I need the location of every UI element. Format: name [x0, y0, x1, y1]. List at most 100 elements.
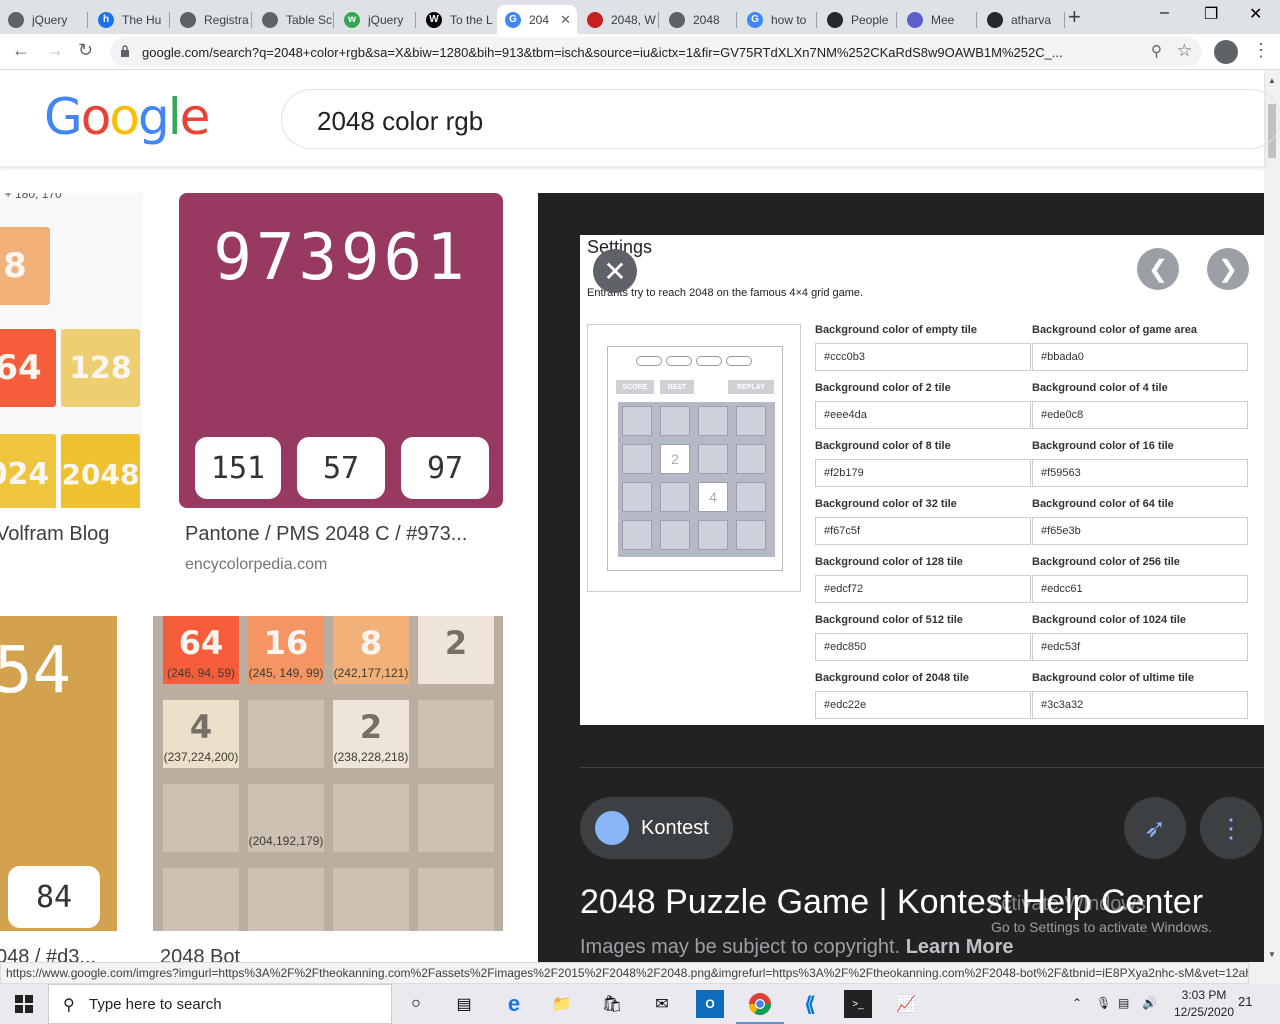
field-input[interactable]: #eee4da: [815, 401, 1031, 429]
learn-more-link[interactable]: Learn More: [906, 936, 1014, 958]
browser-menu-icon[interactable]: ⋮: [1252, 40, 1270, 61]
forward-button[interactable]: →: [46, 40, 64, 61]
result-source-pantone[interactable]: encycolorpedia.com: [185, 556, 327, 574]
tab-favicon-icon: [827, 11, 843, 28]
field-input[interactable]: #bbada0: [1032, 343, 1248, 371]
edge-icon[interactable]: e: [500, 990, 528, 1018]
store-icon[interactable]: 🛍: [598, 990, 626, 1018]
browser-tab[interactable]: Mee: [899, 5, 977, 34]
microphone-icon[interactable]: 🎙: [1096, 996, 1111, 1010]
field-input[interactable]: #f59563: [1032, 459, 1248, 487]
search-box[interactable]: 2048 color rgb: [281, 89, 1280, 149]
close-window-button[interactable]: ✕: [1249, 4, 1262, 24]
system-clock[interactable]: 3:03 PM 12/25/2020: [1164, 987, 1244, 1021]
task-view-icon[interactable]: ▤: [450, 990, 478, 1018]
browser-tab[interactable]: Ghow to: [739, 5, 817, 34]
chrome-icon[interactable]: [736, 990, 784, 1024]
pantone-hex-code: 973961: [213, 221, 469, 295]
field-input[interactable]: #edc22e: [815, 691, 1031, 719]
divider: [580, 767, 1264, 768]
vscode-icon[interactable]: ⟪: [796, 990, 824, 1018]
terminal-icon[interactable]: >_: [844, 990, 872, 1018]
tab-close-icon[interactable]: ✕: [560, 12, 571, 28]
mini-game-preview: SCORE BEST REPLAY 24: [587, 324, 801, 592]
preview-image[interactable]: Settings Entrants try to reach 2048 on t…: [580, 235, 1264, 725]
field-input[interactable]: #ede0c8: [1032, 401, 1248, 429]
volume-icon[interactable]: 🔊: [1142, 996, 1157, 1010]
browser-tab[interactable]: jQuery: [0, 5, 88, 34]
mail-icon[interactable]: ✉: [648, 990, 676, 1018]
result-image-d3[interactable]: 54 84: [0, 616, 117, 931]
result-title-pantone[interactable]: Pantone / PMS 2048 C / #973...: [185, 523, 467, 546]
previous-image-button[interactable]: ❮: [1137, 248, 1179, 290]
bot-grid-cell: [418, 784, 494, 852]
back-button[interactable]: ←: [12, 40, 30, 61]
field-input[interactable]: #edc850: [815, 633, 1031, 661]
minimize-button[interactable]: –: [1160, 4, 1169, 22]
more-options-button[interactable]: ⋮: [1200, 797, 1262, 859]
google-header: Google 2048 color rgb: [0, 70, 1280, 166]
field-input[interactable]: #ccc0b3: [815, 343, 1031, 371]
logo-letter: e: [179, 88, 211, 146]
notification-center-icon[interactable]: 21: [1238, 994, 1252, 1009]
tray-chevron-icon[interactable]: ⌃: [1072, 996, 1082, 1010]
browser-tab[interactable]: w jQuery: [336, 5, 416, 34]
file-explorer-icon[interactable]: 📁: [548, 990, 576, 1018]
mini-cell: [660, 406, 690, 436]
chart-app-icon[interactable]: 📈: [892, 990, 920, 1018]
browser-tab[interactable]: G 204 ✕: [497, 5, 577, 34]
field-input[interactable]: #edcf72: [815, 575, 1031, 603]
zoom-icon[interactable]: ⚲: [1151, 42, 1162, 60]
maximize-button[interactable]: ❐: [1204, 4, 1218, 24]
screen: + – ❐ ✕ jQuery h The Hu Registra Table Sc w jQ…: [0, 0, 1280, 1024]
browser-tab[interactable]: Registra: [172, 5, 252, 34]
cortana-icon[interactable]: ○: [402, 990, 430, 1018]
close-preview-button[interactable]: ✕: [593, 249, 637, 293]
start-button[interactable]: [0, 984, 48, 1024]
result-title-wolfram[interactable]: Volfram Blog: [0, 523, 109, 546]
scroll-up-arrow[interactable]: ▲: [1268, 76, 1276, 85]
field-input[interactable]: #edcc61: [1032, 575, 1248, 603]
result-title-2048-bot[interactable]: 2048 Bot: [160, 946, 240, 962]
network-icon[interactable]: ▤: [1118, 996, 1129, 1010]
color-setting-field: Background color of 2048 tile #edc22e: [815, 671, 1031, 719]
browser-tab[interactable]: 2048, W: [579, 5, 659, 34]
scroll-down-arrow[interactable]: ▼: [1268, 950, 1276, 959]
browser-tab[interactable]: W To the L: [418, 5, 498, 34]
profile-avatar[interactable]: [1214, 40, 1238, 64]
browser-tab[interactable]: People: [819, 5, 897, 34]
result-title-d3[interactable]: 048 / #d3...: [0, 946, 96, 962]
new-tab-button[interactable]: +: [1068, 6, 1081, 28]
field-input[interactable]: #edc53f: [1032, 633, 1248, 661]
site-chip[interactable]: Kontest: [580, 797, 733, 859]
field-label: Background color of 16 tile: [1032, 440, 1174, 452]
next-image-button[interactable]: ❯: [1207, 248, 1249, 290]
field-input[interactable]: #f65e3b: [1032, 517, 1248, 545]
field-input[interactable]: #3c3a32: [1032, 691, 1248, 719]
site-name: Kontest: [641, 817, 709, 839]
browser-tab[interactable]: h The Hu: [90, 5, 170, 34]
result-image-pantone[interactable]: 973961 151 57 97: [179, 193, 503, 508]
taskbar-search[interactable]: ⚲ Type here to search: [48, 984, 392, 1024]
tab-separator: [333, 12, 334, 28]
outlook-icon[interactable]: O: [696, 990, 724, 1018]
browser-tab[interactable]: 2048: [661, 5, 737, 34]
address-bar[interactable]: google.com/search?q=2048+color+rgb&sa=X&…: [110, 37, 1202, 67]
field-input[interactable]: #f67c5f: [815, 517, 1031, 545]
mini-cell: [622, 520, 652, 550]
result-image-2048-bot[interactable]: 64 (246, 94, 59) 16 (245, 149, 99) 8 (242,177…: [153, 616, 503, 931]
horizontal-scrollbar[interactable]: [1249, 962, 1280, 984]
result-image-wolfram[interactable]: ᐩ+ 180, 170 8 64 128 024 2048: [0, 193, 143, 508]
share-button[interactable]: ➶: [1124, 797, 1186, 859]
field-input[interactable]: #f2b179: [815, 459, 1031, 487]
google-logo[interactable]: Google: [44, 88, 211, 146]
tab-label: 204: [529, 12, 550, 27]
page-scrollbar[interactable]: ▲ ▼: [1264, 70, 1280, 962]
reload-button[interactable]: ↻: [78, 40, 93, 61]
mini-pill: [726, 356, 752, 366]
browser-tab[interactable]: atharva: [979, 5, 1065, 34]
mini-cell: [736, 482, 766, 512]
bookmark-star-icon[interactable]: ☆: [1177, 41, 1192, 61]
tab-separator: [896, 12, 897, 28]
browser-tab[interactable]: Table Sc: [254, 5, 334, 34]
